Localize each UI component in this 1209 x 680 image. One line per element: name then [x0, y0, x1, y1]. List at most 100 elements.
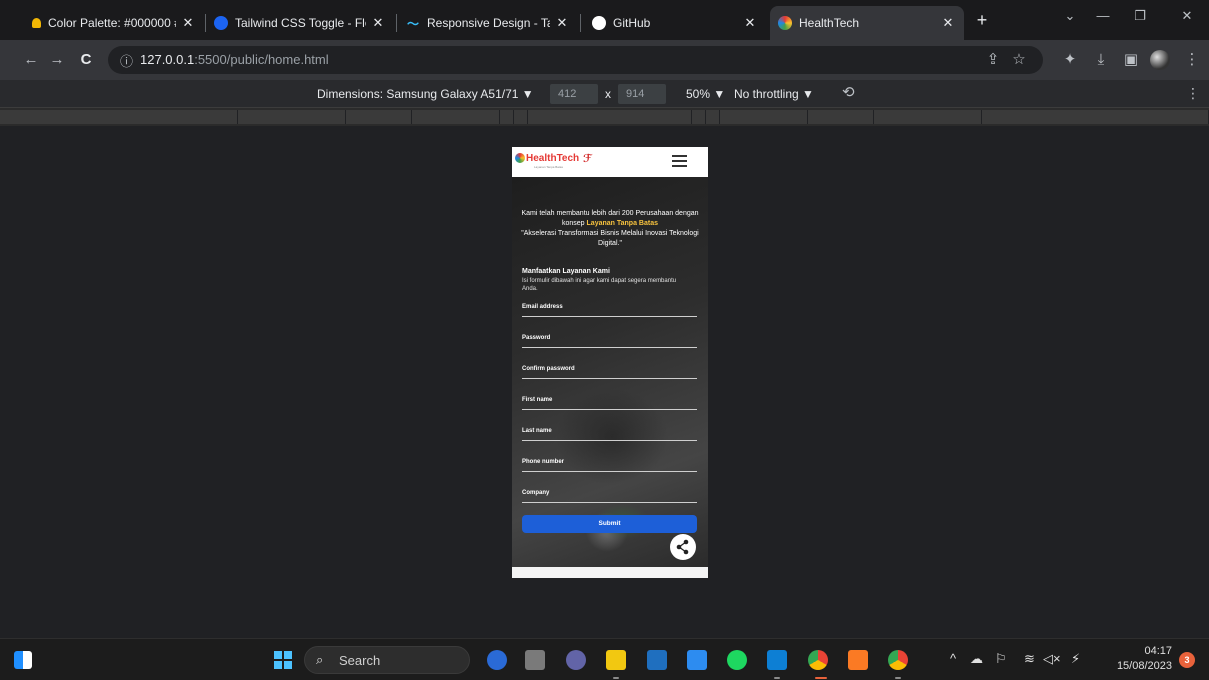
- close-tab-icon[interactable]: ✕: [180, 15, 196, 31]
- field-label: Company: [522, 490, 550, 496]
- tab-healthtech[interactable]: HealthTech ✕: [770, 6, 964, 40]
- confirm-password-field[interactable]: Confirm password: [522, 366, 697, 379]
- laragon-icon[interactable]: [687, 650, 707, 670]
- site-logo[interactable]: HealthTech: [526, 153, 579, 164]
- xampp-icon[interactable]: [848, 650, 868, 670]
- password-field[interactable]: Password: [522, 335, 697, 348]
- field-label: Last name: [522, 428, 552, 434]
- new-tab-button[interactable]: +: [972, 10, 992, 30]
- side-panel-icon[interactable]: ▣: [1120, 50, 1142, 70]
- teams-chat-icon[interactable]: [566, 650, 586, 670]
- reload-icon[interactable]: C: [75, 50, 97, 70]
- running-indicator: [895, 677, 901, 679]
- spotify-icon[interactable]: [727, 650, 747, 670]
- kebab-menu-icon[interactable]: ⋮: [1181, 50, 1203, 70]
- site-header: HealthTech Layanan Tanpa Batas ℱ: [512, 147, 708, 177]
- dimension-separator: x: [605, 87, 611, 101]
- throttling-select[interactable]: No throttling ▼: [734, 87, 814, 101]
- device-width-input[interactable]: 412: [550, 84, 598, 104]
- show-hidden-icons-chevron[interactable]: ^: [950, 651, 956, 666]
- browser-tab-strip: Color Palette: #000000 #4 ✕ Tailwind CSS…: [0, 0, 1209, 40]
- last-name-field[interactable]: Last name: [522, 428, 697, 441]
- device-toolbar: Dimensions: Samsung Galaxy A51/71 ▼ 412 …: [0, 80, 1209, 108]
- tab-title: Tailwind CSS Toggle - Flo: [235, 16, 366, 30]
- minimize-button[interactable]: —: [1088, 8, 1118, 23]
- chrome-canary-icon[interactable]: [888, 650, 908, 670]
- intro-text: Kami telah membantu lebih dari 200 Perus…: [520, 209, 700, 249]
- vscode-icon[interactable]: [767, 650, 787, 670]
- bookmark-star-icon[interactable]: ☆: [1008, 50, 1030, 70]
- device-dimensions-select[interactable]: Dimensions: Samsung Galaxy A51/71 ▼: [317, 87, 534, 101]
- profile-avatar[interactable]: [1150, 50, 1170, 70]
- email-field[interactable]: Email address: [522, 304, 697, 317]
- first-name-field[interactable]: First name: [522, 397, 697, 410]
- logo-prefix: Health: [526, 153, 557, 164]
- share-button[interactable]: [670, 534, 696, 560]
- field-label: Password: [522, 335, 551, 341]
- clock-time: 04:17: [1144, 645, 1172, 657]
- extensions-puzzle-icon[interactable]: ✦: [1059, 50, 1081, 70]
- start-windows-icon[interactable]: [274, 651, 292, 669]
- device-height-input[interactable]: 914: [618, 84, 666, 104]
- hamburger-menu-icon[interactable]: [672, 155, 687, 167]
- tab-search-chevron-icon[interactable]: ⌄: [1055, 8, 1085, 24]
- share-icon: [676, 539, 689, 555]
- device-toolbar-menu-icon[interactable]: ⋮: [1186, 85, 1200, 102]
- download-icon[interactable]: ⤓: [1090, 50, 1112, 70]
- microsoft-store-icon[interactable]: [647, 650, 667, 670]
- file-explorer-icon[interactable]: [606, 650, 626, 670]
- bing-chat-icon[interactable]: [487, 650, 507, 670]
- logo-suffix: Tech: [556, 153, 580, 164]
- tab-divider: [396, 14, 397, 32]
- tab-title: Color Palette: #000000 #4: [48, 16, 176, 30]
- site-info-icon[interactable]: ⓘ: [120, 51, 133, 70]
- taskbar-clock[interactable]: 04:17 15/08/2023: [1112, 644, 1172, 674]
- close-tab-icon[interactable]: ✕: [940, 15, 956, 31]
- chrome-icon[interactable]: [808, 650, 828, 670]
- tab-divider: [580, 14, 581, 32]
- phone-number-field[interactable]: Phone number: [522, 459, 697, 472]
- volume-icon[interactable]: ◁×: [1043, 651, 1061, 667]
- healthtech-logo-icon: [515, 153, 525, 163]
- tab-title: GitHub: [613, 16, 651, 30]
- notification-badge[interactable]: 3: [1179, 652, 1195, 668]
- github-icon: [592, 16, 606, 30]
- field-label: Confirm password: [522, 366, 575, 372]
- forward-arrow-icon[interactable]: →: [46, 50, 68, 70]
- share-page-icon[interactable]: ⇪: [982, 50, 1004, 70]
- onedrive-cloud-icon[interactable]: ☁: [970, 651, 983, 667]
- partner-logo-icon: ℱ: [583, 153, 592, 165]
- tab-color-palette[interactable]: Color Palette: #000000 #4 ✕: [24, 6, 204, 40]
- running-indicator: [774, 677, 780, 679]
- battery-icon[interactable]: ⚡: [1071, 651, 1080, 667]
- intro-highlight: Layanan Tanpa Batas: [586, 220, 658, 227]
- widgets-icon[interactable]: [14, 651, 32, 669]
- form-title: Manfaatkan Layanan Kami: [522, 268, 610, 275]
- tailwind-icon: 〜: [406, 16, 419, 31]
- close-tab-icon[interactable]: ✕: [554, 15, 570, 31]
- security-icon[interactable]: ⚐: [995, 651, 1007, 667]
- wifi-icon[interactable]: ≋: [1024, 651, 1035, 667]
- close-tab-icon[interactable]: ✕: [370, 15, 386, 31]
- taskbar-search-box[interactable]: ⌕ Search: [304, 646, 470, 674]
- company-field[interactable]: Company: [522, 490, 697, 503]
- submit-button[interactable]: Submit: [522, 515, 697, 533]
- address-bar[interactable]: ⓘ 127.0.0.1:5500/public/home.html ⇪ ☆: [108, 46, 1043, 74]
- tab-tailwind-toggle[interactable]: Tailwind CSS Toggle - Flo ✕: [206, 6, 394, 40]
- field-label: First name: [522, 397, 553, 403]
- close-window-button[interactable]: ✕: [1172, 8, 1202, 24]
- restore-button[interactable]: ❐: [1125, 8, 1155, 24]
- zoom-select[interactable]: 50% ▼: [686, 87, 725, 101]
- active-app-indicator: [815, 677, 827, 679]
- close-tab-icon[interactable]: ✕: [742, 15, 758, 31]
- tab-responsive-design[interactable]: 〜 Responsive Design - Tailw ✕: [398, 6, 578, 40]
- url-text[interactable]: 127.0.0.1:5500/public/home.html: [140, 52, 329, 67]
- rotate-device-icon[interactable]: ⟲: [842, 83, 855, 101]
- tab-github[interactable]: GitHub ✕: [584, 6, 766, 40]
- back-arrow-icon[interactable]: ←: [20, 50, 42, 70]
- running-indicator: [613, 677, 619, 679]
- tab-title: Responsive Design - Tailw: [427, 16, 550, 30]
- task-view-icon[interactable]: [525, 650, 545, 670]
- windows-taskbar: ⌕ Search ^ ☁ ⚐ ≋ ◁× ⚡ 04:17 15/08/2023 3: [0, 638, 1209, 680]
- clock-date: 15/08/2023: [1116, 660, 1172, 672]
